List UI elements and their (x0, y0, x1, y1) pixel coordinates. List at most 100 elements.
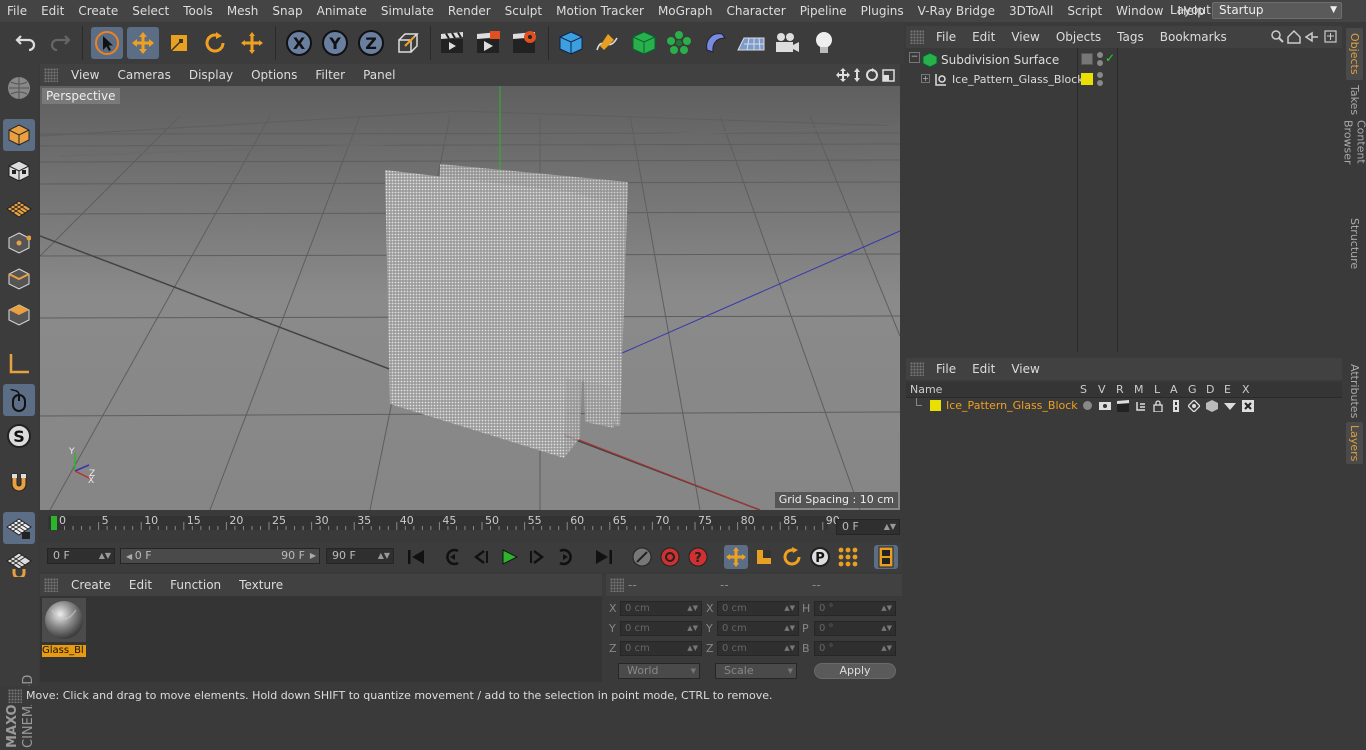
expression-icon[interactable] (1224, 400, 1236, 412)
objects-menu-tags[interactable]: Tags (1109, 26, 1152, 48)
menu-simulate[interactable]: Simulate (374, 0, 441, 22)
key-position-button[interactable] (724, 545, 748, 569)
menu-select[interactable]: Select (125, 0, 176, 22)
column-render[interactable]: R (1116, 383, 1124, 396)
rot-h-field[interactable]: 0 ° ▲▼ (814, 601, 896, 616)
menu-mograph[interactable]: MoGraph (651, 0, 720, 22)
key-rotation-button[interactable] (780, 545, 804, 569)
material-menu-function[interactable]: Function (161, 574, 230, 596)
enabled-check-icon[interactable]: ✓ (1105, 51, 1115, 65)
expand-toggle[interactable]: + (921, 74, 930, 83)
scale-tool-button[interactable] (163, 27, 195, 59)
cube-primitive-button[interactable] (555, 27, 587, 59)
rotate-tool-button[interactable] (199, 27, 231, 59)
menu-script[interactable]: Script (1060, 0, 1109, 22)
end-frame-field[interactable]: 90 F ▲▼ (326, 548, 394, 564)
workplane-lock-button[interactable] (3, 512, 35, 544)
viewport-menu-display[interactable]: Display (180, 64, 242, 86)
redo-button[interactable] (44, 27, 76, 59)
manager-icon[interactable] (1135, 400, 1147, 412)
layers-menu-edit[interactable]: Edit (964, 358, 1003, 380)
material-menu-edit[interactable]: Edit (120, 574, 161, 596)
menu-render[interactable]: Render (441, 0, 498, 22)
lock-icon[interactable] (1152, 400, 1164, 412)
editor-visibility-dot[interactable] (1097, 72, 1103, 78)
size-y-field[interactable]: 0 cm ▲▼ (717, 621, 799, 636)
render-visibility-dot[interactable] (1097, 60, 1103, 66)
menu-sculpt[interactable]: Sculpt (498, 0, 549, 22)
menu-create[interactable]: Create (71, 0, 125, 22)
object-manager-nav-icons[interactable] (1270, 29, 1340, 45)
layer-color-swatch[interactable] (930, 400, 941, 411)
model-mode-button[interactable] (3, 119, 35, 151)
viewport-menu-filter[interactable]: Filter (306, 64, 354, 86)
objects-menu-objects[interactable]: Objects (1048, 26, 1109, 48)
go-to-start-button[interactable] (404, 545, 428, 569)
solo-button[interactable]: S (3, 420, 35, 452)
menu-3dtoall[interactable]: 3DToAll (1002, 0, 1060, 22)
tab-layers[interactable]: Layers (1346, 422, 1363, 464)
objects-menu-file[interactable]: File (928, 26, 964, 48)
objects-menu-view[interactable]: View (1003, 26, 1047, 48)
editor-visibility-dot[interactable] (1097, 52, 1103, 58)
tab-content-browser[interactable]: Content Browser (1342, 120, 1366, 210)
cloner-button[interactable] (663, 27, 695, 59)
menu-motion-tracker[interactable]: Motion Tracker (549, 0, 651, 22)
z-axis-lock-button[interactable]: Z (355, 27, 387, 59)
pos-x-field[interactable]: 0 cm ▲▼ (620, 601, 702, 616)
pos-z-field[interactable]: 0 cm ▲▼ (620, 641, 702, 656)
column-generators[interactable]: G (1188, 383, 1197, 396)
undo-button[interactable] (10, 27, 42, 59)
edges-mode-button[interactable] (3, 263, 35, 295)
quantize-button[interactable] (3, 548, 35, 580)
workplane-mode-button[interactable] (3, 191, 35, 223)
viewport-menu-panel[interactable]: Panel (354, 64, 404, 86)
column-manager[interactable]: M (1134, 383, 1144, 396)
record-active-objects-button[interactable] (658, 545, 682, 569)
layer-row[interactable]: Ice_Pattern_Glass_Block (906, 398, 1342, 414)
material-menu-texture[interactable]: Texture (230, 574, 292, 596)
render-view-button[interactable] (436, 27, 468, 59)
camera-button[interactable] (771, 27, 803, 59)
tab-takes[interactable]: Takes (1346, 82, 1363, 118)
viewport-menu-options[interactable]: Options (242, 64, 306, 86)
render-visibility-dot[interactable] (1097, 80, 1103, 86)
timeline-window-button[interactable] (874, 545, 898, 569)
rot-b-field[interactable]: 0 ° ▲▼ (814, 641, 896, 656)
layers-menu-file[interactable]: File (928, 358, 964, 380)
menu-pipeline[interactable]: Pipeline (793, 0, 854, 22)
coordinate-system-button[interactable] (392, 27, 424, 59)
key-scale-button[interactable] (752, 545, 776, 569)
coordinate-space-select[interactable]: World ▼ (618, 663, 700, 679)
tab-objects[interactable]: Objects (1346, 28, 1363, 80)
polygons-mode-button[interactable] (3, 299, 35, 331)
light-button[interactable] (808, 27, 840, 59)
pos-y-field[interactable]: 0 cm ▲▼ (620, 621, 702, 636)
menu-plugins[interactable]: Plugins (854, 0, 911, 22)
x-axis-lock-button[interactable]: X (283, 27, 315, 59)
points-mode-button[interactable] (3, 227, 35, 259)
column-name[interactable]: Name (910, 383, 942, 396)
preview-range-slider[interactable]: ◀ 0 F 90 F ▶ (120, 548, 320, 564)
axis-mode-button[interactable] (3, 348, 35, 380)
deformer-button[interactable] (699, 27, 731, 59)
panel-grip[interactable] (44, 578, 58, 592)
tab-structure[interactable]: Structure (1346, 216, 1363, 272)
render-clapper-icon[interactable] (1117, 400, 1129, 412)
material-menu-create[interactable]: Create (62, 574, 120, 596)
viewport-menu-cameras[interactable]: Cameras (108, 64, 179, 86)
column-xrefs[interactable]: X (1242, 383, 1250, 396)
layer-swatch[interactable] (1081, 53, 1093, 65)
make-editable-button[interactable] (3, 72, 35, 104)
record-disabled-button[interactable] (630, 545, 654, 569)
column-expressions[interactable]: E (1224, 383, 1231, 396)
start-frame-field[interactable]: 0 F ▲▼ (47, 548, 115, 564)
previous-frame-button[interactable] (469, 545, 493, 569)
layout-select[interactable]: Startup ▼ (1212, 2, 1342, 19)
key-parameter-button[interactable]: P (808, 545, 832, 569)
tweak-mode-button[interactable] (3, 384, 35, 416)
previous-key-button[interactable] (441, 545, 465, 569)
collapse-toggle[interactable]: − (909, 52, 920, 63)
move-tool-button[interactable] (127, 27, 159, 59)
object-row-ice-pattern-glass-block[interactable]: + Ice_Pattern_Glass_Block (906, 70, 1342, 90)
